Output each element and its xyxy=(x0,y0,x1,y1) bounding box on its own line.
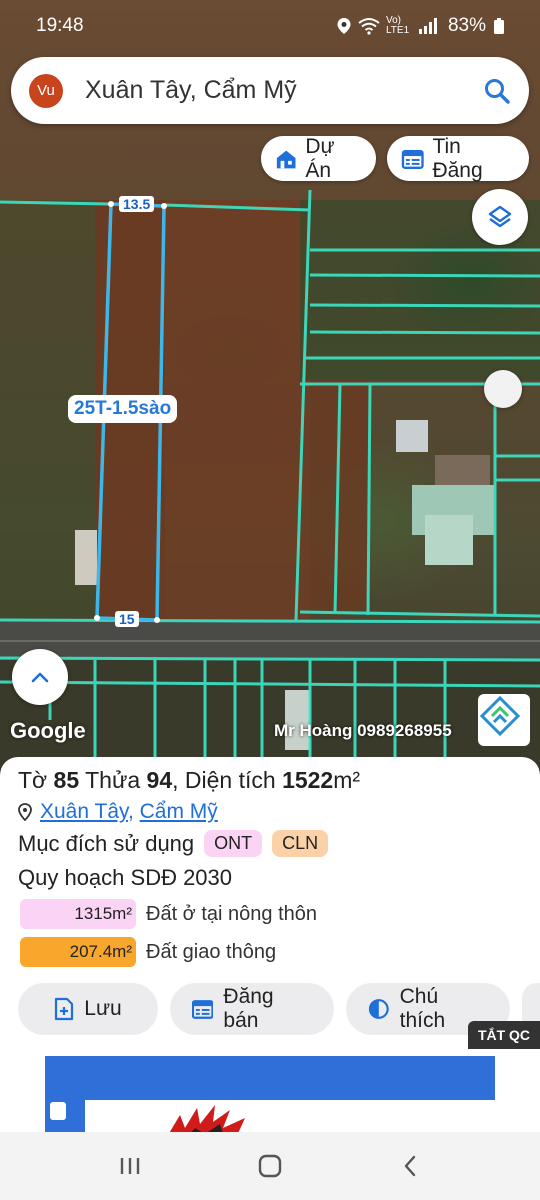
search-input[interactable]: Xuân Tây, Cẩm Mỹ xyxy=(85,76,483,105)
plan-title: Quy hoạch SDĐ 2030 xyxy=(18,865,233,890)
building-icon xyxy=(276,150,296,168)
sheet-number: 85 xyxy=(53,767,80,793)
back-icon xyxy=(404,1155,416,1177)
search-bar[interactable]: Vu Xuân Tây, Cẩm Mỹ xyxy=(11,57,529,124)
district-link[interactable]: Cẩm Mỹ xyxy=(140,800,218,823)
recent-apps-icon xyxy=(120,1158,140,1174)
google-logo: Google xyxy=(10,718,86,743)
status-time: 19:48 xyxy=(36,15,84,36)
save-button[interactable]: Lưu xyxy=(18,983,158,1035)
layers-icon xyxy=(488,205,512,228)
system-nav-bar xyxy=(0,1132,540,1200)
edge-length-top: 13.5 xyxy=(119,196,155,212)
recent-apps-button[interactable] xyxy=(100,1146,160,1186)
plan-item: 1315m² Đất ở tại nông thôn xyxy=(18,899,522,929)
location-pin-icon xyxy=(18,803,32,821)
avatar[interactable]: Vu xyxy=(29,73,63,108)
back-button[interactable] xyxy=(380,1146,440,1186)
plan-area-residential: 1315m² xyxy=(20,899,136,929)
plot-label: Thửa xyxy=(85,767,141,793)
search-icon[interactable] xyxy=(483,77,511,105)
edge-length-bottom: 15 xyxy=(115,611,139,627)
calendar-list-icon xyxy=(192,1000,214,1019)
usage-tag-cln[interactable]: CLN xyxy=(272,830,329,857)
parcel-title: Tờ 85 Thửa 94, Diện tích 1522m² xyxy=(18,767,361,793)
location-row: Xuân Tây, Cẩm Mỹ xyxy=(18,800,522,824)
ad-area xyxy=(0,1048,540,1132)
save-label: Lưu xyxy=(84,997,122,1020)
parcel-label: 25T-1.5sào xyxy=(68,395,178,423)
usage-label: Mục đích sử dụng xyxy=(18,830,195,856)
projects-label: Dự Án xyxy=(305,134,335,182)
brand-logo xyxy=(478,694,530,746)
area-unit: m² xyxy=(333,767,361,793)
ad-choices-icon[interactable] xyxy=(50,1102,66,1120)
status-bar: 19:48 Vo) LTE1 83% xyxy=(0,0,540,52)
ad-banner[interactable] xyxy=(45,1056,495,1132)
projects-button[interactable]: Dự Án xyxy=(261,134,376,182)
post-sale-button[interactable]: Đăng bán xyxy=(170,983,334,1035)
wifi-icon xyxy=(358,18,380,35)
home-icon xyxy=(258,1154,282,1178)
plan-item: 207.4m² Đất giao thông xyxy=(18,937,522,967)
plan-label-residential: Đất ở tại nông thôn xyxy=(146,902,318,925)
plot-number: 94 xyxy=(146,767,173,793)
contrast-icon xyxy=(368,999,389,1019)
area-label: Diện tích xyxy=(184,767,276,793)
drag-handle[interactable] xyxy=(484,370,522,408)
ad-graphic xyxy=(169,1105,245,1132)
parcel-info-panel: Tờ 85 Thửa 94, Diện tích 1522m² Xuân Tây… xyxy=(0,757,540,1057)
expand-up-button[interactable] xyxy=(12,649,68,705)
post-sale-label: Đăng bán xyxy=(223,985,274,1032)
battery-icon xyxy=(494,18,504,34)
plan-area-traffic: 207.4m² xyxy=(20,937,136,967)
plan-label-traffic: Đất giao thông xyxy=(146,940,277,963)
usage-tag-ont[interactable]: ONT xyxy=(204,830,263,857)
commune-link[interactable]: Xuân Tây xyxy=(40,800,128,823)
listings-button[interactable]: Tin Đăng xyxy=(387,134,529,182)
sheet-label: Tờ xyxy=(18,767,48,793)
calendar-list-icon xyxy=(401,149,424,169)
add-file-icon xyxy=(55,997,74,1021)
usage-row: Mục đích sử dụng ONT CLN xyxy=(18,830,522,857)
layers-button[interactable] xyxy=(472,189,528,245)
watermark-contact: Mr Hoàng 0989268955 xyxy=(274,721,452,740)
network-indicator: Vo) LTE1 xyxy=(385,15,410,36)
action-row: Lưu Đăng bán Chú thích xyxy=(18,983,540,1035)
home-button[interactable] xyxy=(240,1146,300,1186)
chevron-up-icon xyxy=(31,672,49,683)
close-ad-button[interactable]: TẮT QC xyxy=(468,1021,540,1049)
ad-image xyxy=(85,1100,495,1132)
location-icon xyxy=(337,18,351,34)
listings-label: Tin Đăng xyxy=(432,134,483,182)
signal-icon xyxy=(418,18,437,34)
area-value: 1522 xyxy=(282,767,334,793)
battery-percent: 83% xyxy=(447,15,486,36)
